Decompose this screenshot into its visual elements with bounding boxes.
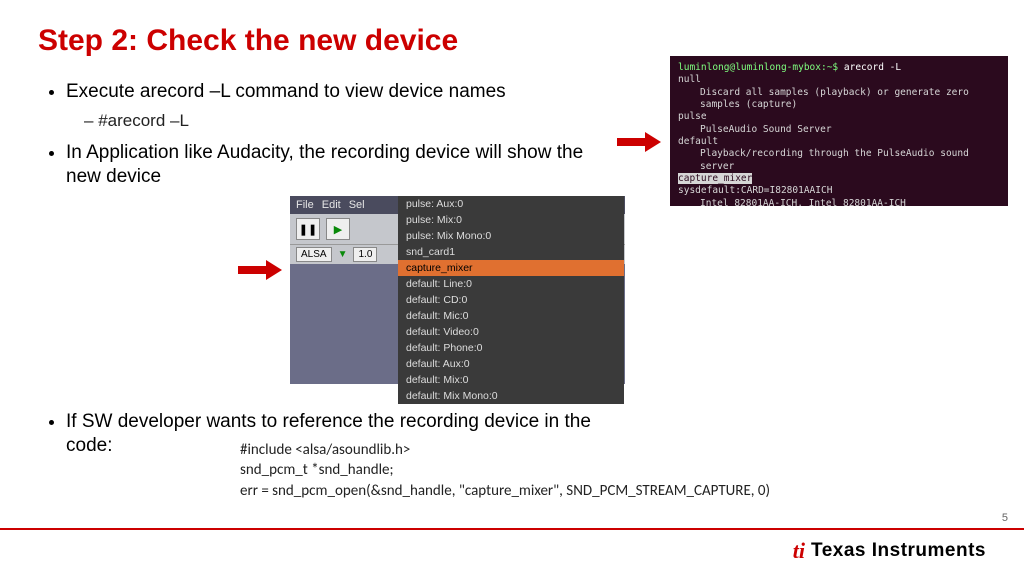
- term-line: Playback/recording through the PulseAudi…: [678, 148, 1000, 173]
- pause-icon: ❚❚: [296, 218, 320, 240]
- code-line: err = snd_pcm_open(&snd_handle, "capture…: [240, 481, 770, 501]
- code-snippet: #include <alsa/asoundlib.h> snd_pcm_t *s…: [240, 440, 770, 501]
- device-option: default: Line:0: [398, 276, 624, 292]
- term-line: null: [678, 74, 1000, 86]
- ti-logo-icon: ti: [793, 538, 805, 564]
- term-line: pulse: [678, 111, 1000, 123]
- device-option: default: CD:0: [398, 292, 624, 308]
- menu-sel: Sel: [349, 199, 365, 211]
- term-line: Discard all samples (playback) or genera…: [678, 87, 1000, 112]
- device-option: default: Mix Mono:0: [398, 388, 624, 404]
- body-text: Execute arecord –L command to view devic…: [48, 80, 608, 199]
- term-line: Intel 82801AA-ICH, Intel 82801AA-ICH: [678, 198, 1000, 206]
- code-line: snd_pcm_t *snd_handle;: [240, 460, 770, 480]
- footer-logo: ti Texas Instruments: [793, 538, 986, 564]
- code-line: #include <alsa/asoundlib.h>: [240, 440, 770, 460]
- term-highlight: capture_mixer: [678, 173, 752, 184]
- device-option: pulse: Mix Mono:0: [398, 228, 624, 244]
- bullet-1: Execute arecord –L command to view devic…: [66, 80, 608, 131]
- device-option: default: Mic:0: [398, 308, 624, 324]
- device-option-selected: capture_mixer: [398, 260, 624, 276]
- device-option: default: Mix:0: [398, 372, 624, 388]
- terminal-command: arecord -L: [844, 62, 901, 73]
- term-line: sysdefault:CARD=I82801AAICH: [678, 185, 1000, 197]
- page-number: 5: [1002, 512, 1008, 524]
- term-line: default: [678, 136, 1000, 148]
- chevron-down-icon: ▼: [338, 249, 348, 260]
- audacity-screenshot: File Edit Sel ❚❚ ▶ ALSA ▼ 1.0 pulse: Aux…: [290, 196, 625, 384]
- slide-title: Step 2: Check the new device: [0, 0, 1024, 58]
- terminal-prompt: luminlong@luminlong-mybox:~$: [678, 62, 838, 73]
- device-option: snd_card1: [398, 244, 624, 260]
- arrow-icon: [238, 262, 282, 278]
- alsa-label: ALSA: [296, 247, 332, 262]
- bullet-1-text: Execute arecord –L command to view devic…: [66, 81, 506, 102]
- arrow-icon: [617, 134, 661, 150]
- menu-file: File: [296, 199, 314, 211]
- footer-divider: [0, 528, 1024, 530]
- device-option: default: Aux:0: [398, 356, 624, 372]
- bullet-1-sub: #arecord –L: [84, 110, 608, 131]
- terminal-screenshot: luminlong@luminlong-mybox:~$ arecord -L …: [670, 56, 1008, 206]
- device-dropdown: pulse: Aux:0 pulse: Mix:0 pulse: Mix Mon…: [398, 196, 624, 404]
- device-option: pulse: Mix:0: [398, 212, 624, 228]
- bullet-2: In Application like Audacity, the record…: [66, 141, 608, 189]
- gain-value: 1.0: [353, 247, 377, 262]
- slide: Step 2: Check the new device Execute are…: [0, 0, 1024, 576]
- ti-brand-text: Texas Instruments: [811, 540, 986, 562]
- device-option: default: Phone:0: [398, 340, 624, 356]
- menu-edit: Edit: [322, 199, 341, 211]
- device-option: default: Video:0: [398, 324, 624, 340]
- device-option: pulse: Aux:0: [398, 196, 624, 212]
- play-icon: ▶: [326, 218, 350, 240]
- term-line: PulseAudio Sound Server: [678, 124, 1000, 136]
